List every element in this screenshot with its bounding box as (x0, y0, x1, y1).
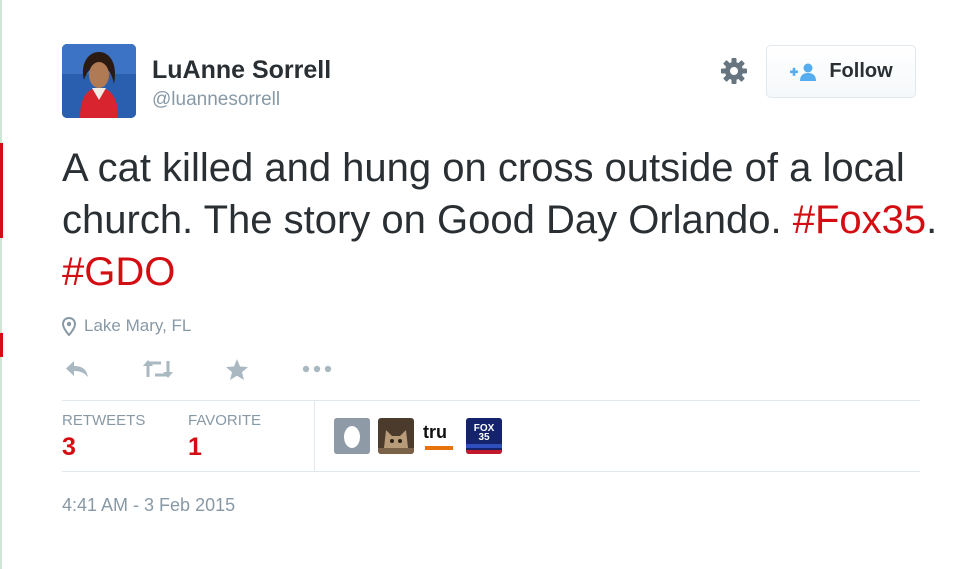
stats-divider-vertical (314, 401, 315, 472)
left-edge-marker (0, 143, 3, 238)
follow-label: Follow (829, 60, 893, 82)
location-pin-icon (62, 316, 76, 336)
more-icon[interactable] (302, 356, 332, 382)
avatar-image (62, 44, 136, 118)
stats-divider-bottom (62, 471, 920, 472)
favoriter-avatar-tru[interactable]: tru (421, 418, 457, 454)
favorites-label: FAVORITE (188, 412, 262, 429)
tweet-body: A cat killed and hung on cross outside o… (62, 146, 905, 242)
gear-icon[interactable] (719, 56, 749, 86)
fox35-logo-text: FOX 35 (473, 423, 495, 443)
retweets-label: RETWEETS (62, 412, 146, 429)
hashtag-fox35[interactable]: #Fox35 (793, 198, 926, 242)
left-edge-rule (0, 0, 2, 569)
tweet-location[interactable]: Lake Mary, FL (62, 316, 191, 336)
favoriter-avatar-cat[interactable] (378, 418, 414, 454)
tru-logo-text: tru (423, 422, 447, 442)
follow-button[interactable]: Follow (766, 45, 916, 98)
tweet-text: A cat killed and hung on cross outside o… (62, 142, 942, 298)
favorites-count[interactable]: 1 (188, 433, 202, 462)
retweet-icon[interactable] (142, 356, 174, 382)
user-name[interactable]: LuAnne Sorrell (152, 56, 331, 85)
favoriter-avatar-fox35[interactable]: FOX 35 (466, 418, 502, 454)
egg-icon (334, 418, 370, 454)
user-handle[interactable]: @luannesorrell (152, 89, 280, 111)
avatar[interactable] (62, 44, 136, 118)
stats-divider-top (62, 400, 920, 401)
cat-photo-icon (378, 418, 414, 454)
hashtag-gdo[interactable]: #GDO (62, 250, 175, 294)
reply-icon[interactable] (64, 356, 90, 382)
tweet-timestamp[interactable]: 4:41 AM - 3 Feb 2015 (62, 495, 235, 516)
tweet-separator: . (926, 198, 938, 242)
follow-person-icon (790, 63, 817, 81)
location-text: Lake Mary, FL (84, 316, 192, 335)
left-edge-marker (0, 333, 3, 357)
retweets-count[interactable]: 3 (62, 433, 76, 462)
favoriter-avatar-egg[interactable] (334, 418, 370, 454)
favorite-icon[interactable] (225, 356, 249, 382)
